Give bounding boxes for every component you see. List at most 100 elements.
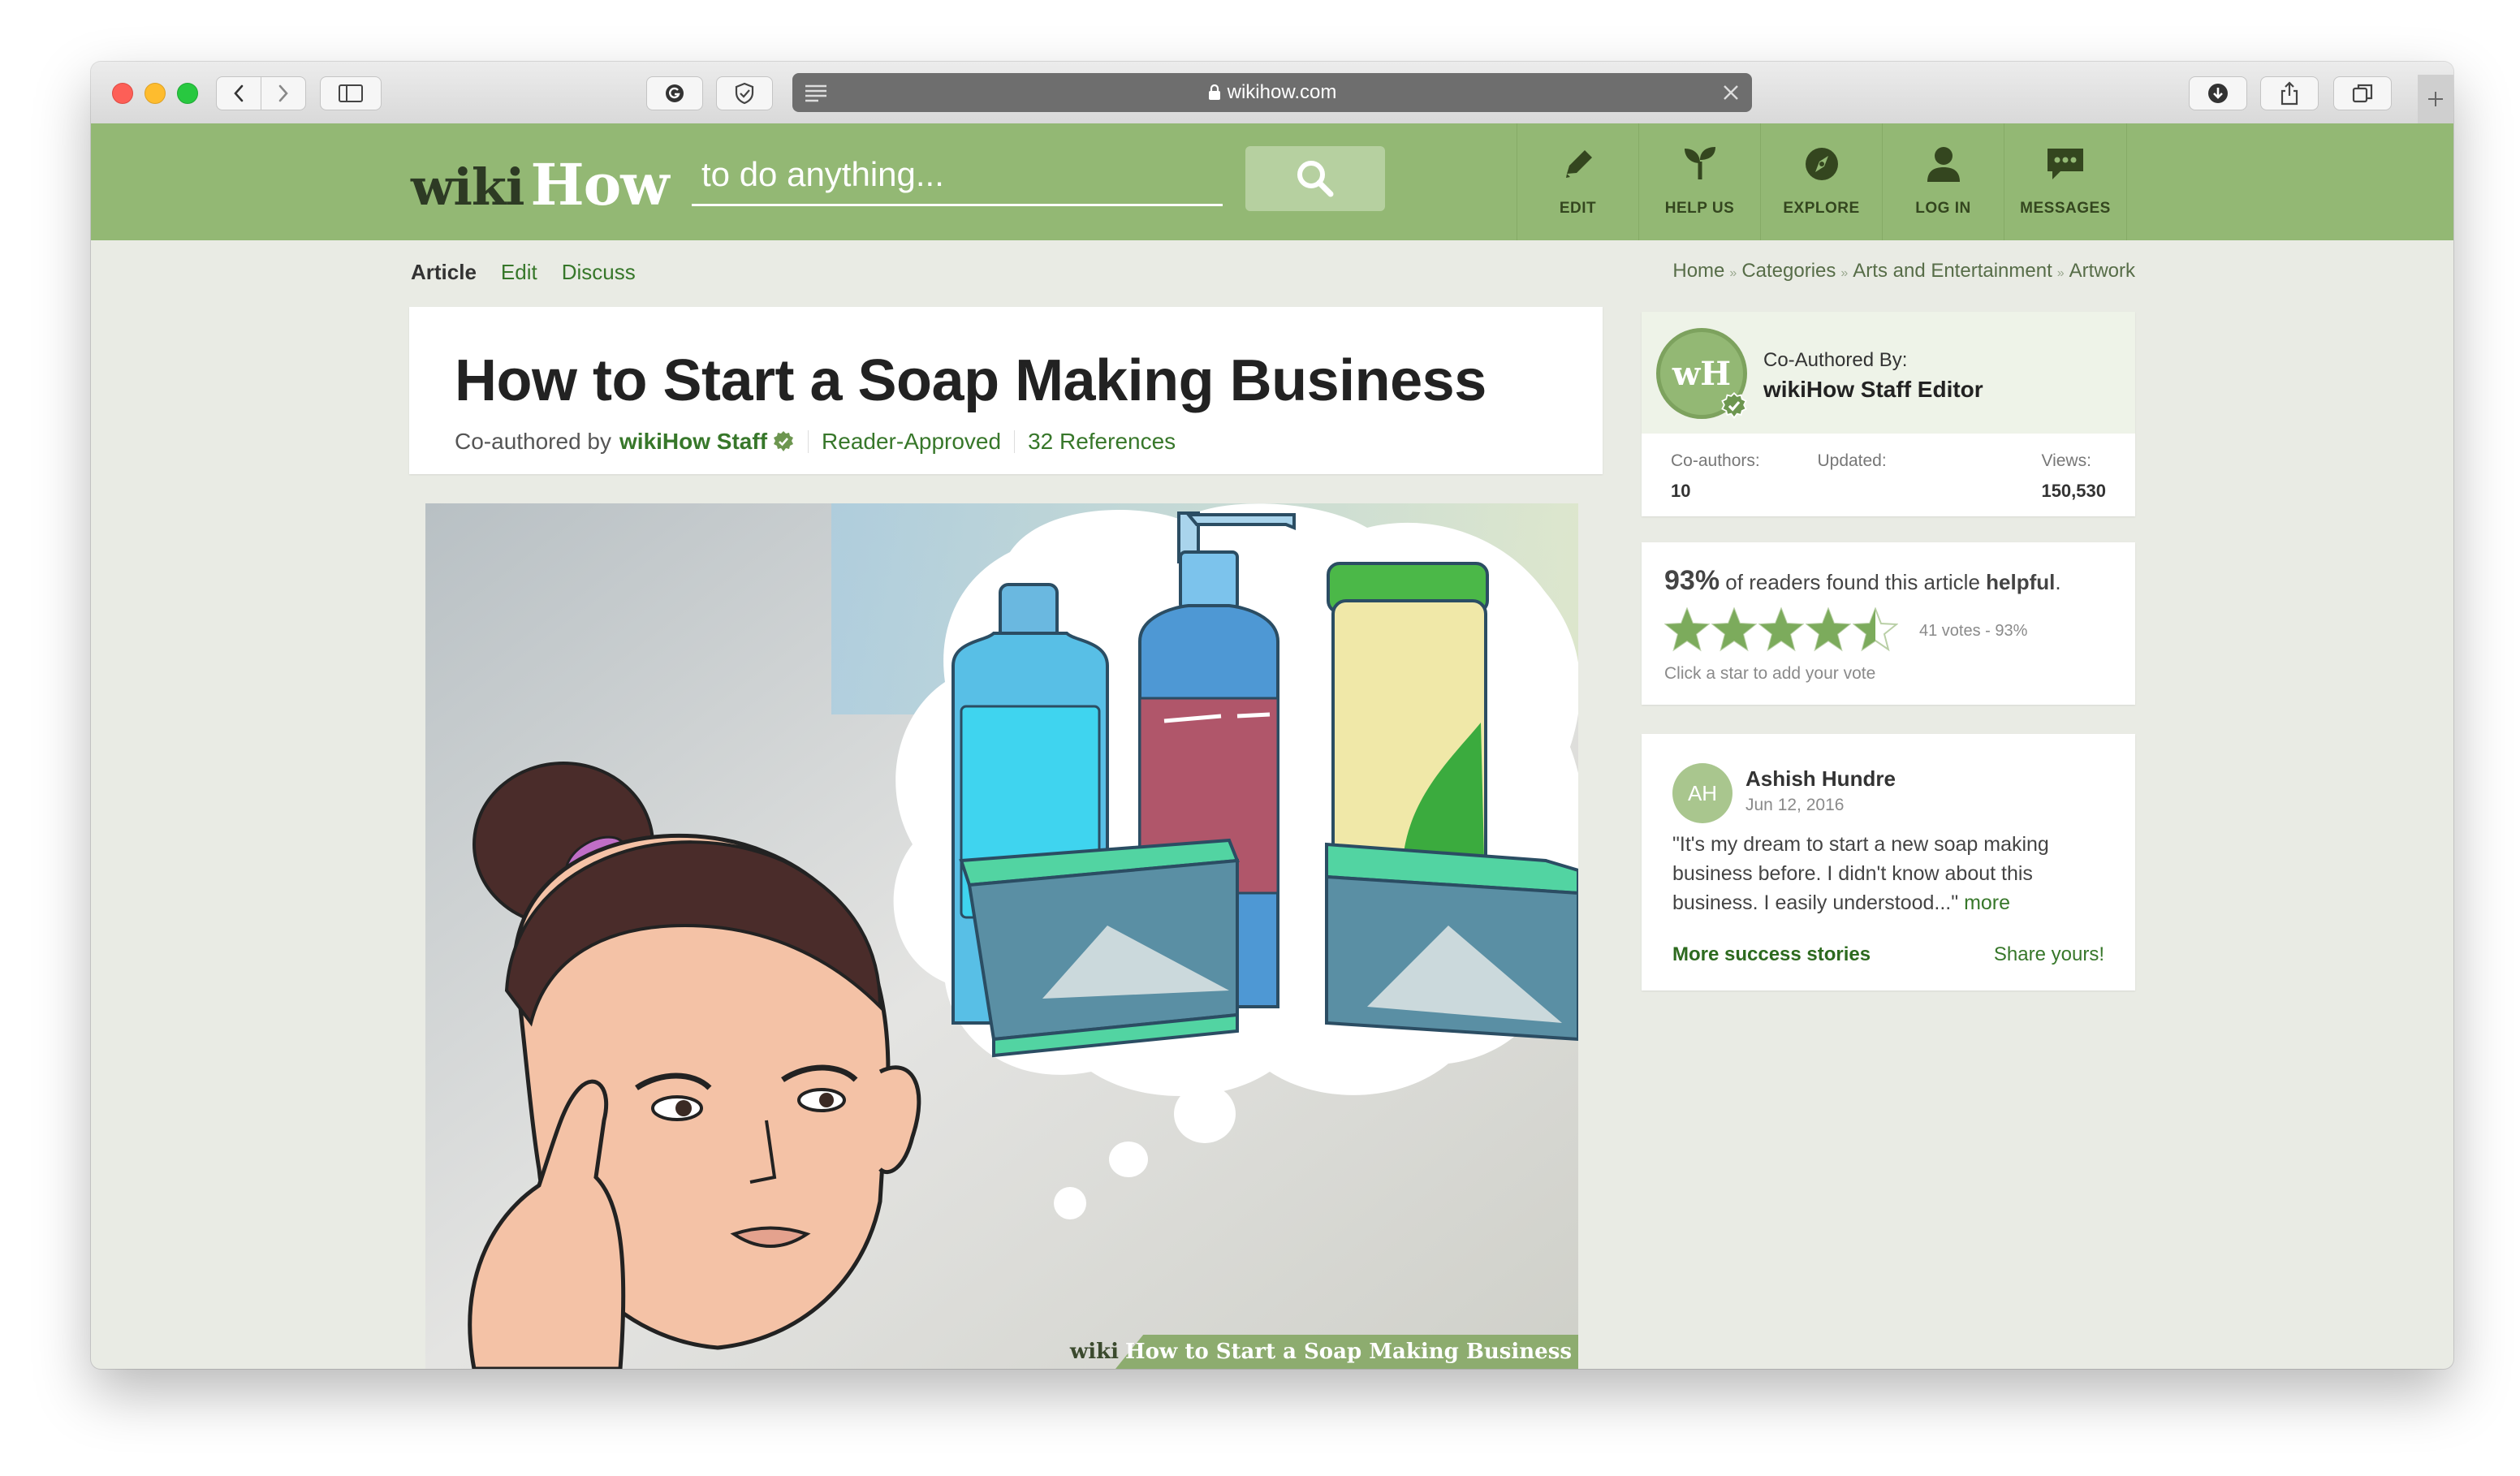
verified-badge-icon [774, 431, 794, 451]
user-icon [1927, 147, 1960, 182]
stat-views-value: 150,530 [2041, 481, 2106, 501]
share-yours-link[interactable]: Share yours! [1994, 943, 2104, 966]
stat-coauthors-value: 10 [1671, 481, 1691, 501]
verified-badge-icon [1721, 392, 1747, 420]
tab-overview-button[interactable] [2333, 76, 2392, 110]
tabs-icon [2352, 84, 2373, 103]
logo-how-text: How [530, 151, 669, 218]
clear-url-icon[interactable] [1721, 83, 1741, 102]
nav-explore[interactable]: EXPLORE [1760, 123, 1882, 240]
vote-hint: Click a star to add your vote [1664, 664, 1876, 683]
avatar: AH [1672, 763, 1732, 823]
stat-coauthors: Co-authors: 10 [1671, 451, 1760, 502]
search-input[interactable]: to do anything... [692, 146, 1223, 206]
article-meta: Co-authored by wikiHow Staff Reader-Appr… [455, 429, 1176, 455]
stat-views: Views: 150,530 [2041, 451, 2106, 502]
close-window-button[interactable] [112, 83, 133, 104]
shield-icon [735, 82, 754, 105]
avatar-initials: wH [1672, 354, 1732, 393]
lock-icon [1208, 84, 1220, 100]
address-bar[interactable]: wikihow.com [792, 73, 1752, 112]
pencil-icon [1565, 150, 1592, 178]
star-icon[interactable] [1758, 607, 1804, 653]
share-button[interactable] [2260, 76, 2319, 110]
author-link[interactable]: wikiHow Staff [619, 429, 767, 455]
star-icon[interactable] [1664, 607, 1710, 653]
minimize-window-button[interactable] [145, 83, 166, 104]
article-stats: Co-authors: 10 Updated: Views: 150,530 [1671, 451, 2106, 502]
story-quote: "It's my dream to start a new soap makin… [1672, 830, 2111, 917]
star-icon[interactable] [1853, 607, 1898, 653]
nav-log-in[interactable]: LOG IN [1882, 123, 2004, 240]
search-button[interactable] [1245, 146, 1385, 211]
nav-messages-label: MESSAGES [2020, 200, 2111, 217]
story-author-name: Ashish Hundre [1745, 766, 1896, 791]
helpful-summary: 93% of readers found this article helpfu… [1664, 565, 2061, 597]
share-icon [2281, 81, 2298, 106]
story-more-link[interactable]: more [1964, 891, 2010, 914]
breadcrumb-home[interactable]: Home [1672, 260, 1724, 282]
url-text: wikihow.com [1227, 81, 1337, 103]
image-caption: wiki How to Start a Soap Making Business [1070, 1340, 1572, 1364]
downloads-button[interactable] [2189, 76, 2247, 110]
coauthor-name[interactable]: wikiHow Staff Editor [1763, 377, 1983, 403]
breadcrumb-arts[interactable]: Arts and Entertainment [1853, 260, 2052, 282]
grammarly-extension-button[interactable] [646, 76, 703, 110]
wikihow-logo[interactable]: wiki How [411, 151, 670, 218]
sidebar-icon [339, 84, 363, 102]
breadcrumb-categories[interactable]: Categories [1741, 260, 1836, 282]
coauthored-by-label: Co-Authored By: [1763, 349, 1908, 371]
article-hero-image: wiki How to Start a Soap Making Business [425, 503, 1578, 1369]
logo-wiki-text: wiki [411, 158, 524, 217]
coauthor-card: wH Co-Authored By: wikiHow Staff Editor … [1642, 312, 2135, 516]
vote-count: 41 votes - 93% [1919, 622, 2028, 640]
helpful-bold: helpful [1986, 570, 2056, 594]
more-success-stories-link[interactable]: More success stories [1672, 943, 1871, 966]
chevron-right-icon [278, 84, 288, 102]
reader-view-icon[interactable] [804, 83, 828, 102]
zoom-window-button[interactable] [177, 83, 198, 104]
star-rating[interactable] [1664, 607, 1898, 653]
helpfulness-rating-card: 93% of readers found this article helpfu… [1642, 542, 2135, 705]
forward-button[interactable] [261, 76, 306, 110]
stat-updated-label: Updated: [1817, 451, 1887, 470]
article-tabs: Article Edit Discuss [411, 260, 636, 285]
reader-approved-link[interactable]: Reader-Approved [822, 429, 1001, 455]
search-icon [1297, 161, 1334, 197]
grammarly-icon [666, 84, 684, 102]
helpful-end: . [2055, 570, 2061, 594]
nav-help-us[interactable]: HELP US [1638, 123, 1760, 240]
stat-views-label: Views: [2041, 451, 2091, 470]
chat-bubble-icon [2048, 149, 2083, 179]
star-icon[interactable] [1711, 607, 1757, 653]
story-date: Jun 12, 2016 [1745, 796, 1845, 814]
tab-article[interactable]: Article [411, 260, 477, 285]
helpful-text: of readers found this article [1725, 570, 1980, 594]
breadcrumb-artwork[interactable]: Artwork [2069, 260, 2135, 282]
nav-edit-label: EDIT [1559, 200, 1597, 217]
tab-edit[interactable]: Edit [501, 260, 537, 285]
references-link[interactable]: 32 References [1028, 429, 1176, 455]
nav-log-in-label: LOG IN [1915, 200, 1971, 217]
wikihow-staff-avatar[interactable]: wH [1656, 328, 1747, 420]
tab-discuss[interactable]: Discuss [562, 260, 636, 285]
new-tab-button[interactable] [2418, 75, 2453, 123]
browser-toolbar: wikihow.com [91, 62, 2453, 124]
nav-edit[interactable]: EDIT [1517, 123, 1638, 240]
star-icon[interactable] [1806, 607, 1851, 653]
stat-updated: Updated: [1817, 451, 1886, 502]
article-header-card: How to Start a Soap Making Business Co-a… [409, 307, 1603, 474]
download-icon [2208, 84, 2228, 103]
site-header: wiki How to do anything... EDIT HELP US … [91, 123, 2453, 240]
page-title: How to Start a Soap Making Business [455, 348, 1487, 413]
caption-title-text: How to Start a Soap Making Business [1125, 1340, 1572, 1364]
privacy-extension-button[interactable] [716, 76, 773, 110]
sidebar-toggle-button[interactable] [320, 76, 382, 110]
nav-help-us-label: HELP US [1664, 200, 1735, 217]
reader-success-story-card: AH Ashish Hundre Jun 12, 2016 "It's my d… [1642, 734, 2135, 990]
story-links: More success stories Share yours! [1672, 943, 2104, 966]
back-button[interactable] [216, 76, 261, 110]
helpful-percent: 93% [1664, 565, 1720, 596]
caption-wiki-text: wiki [1069, 1340, 1119, 1364]
nav-messages[interactable]: MESSAGES [2004, 123, 2127, 240]
